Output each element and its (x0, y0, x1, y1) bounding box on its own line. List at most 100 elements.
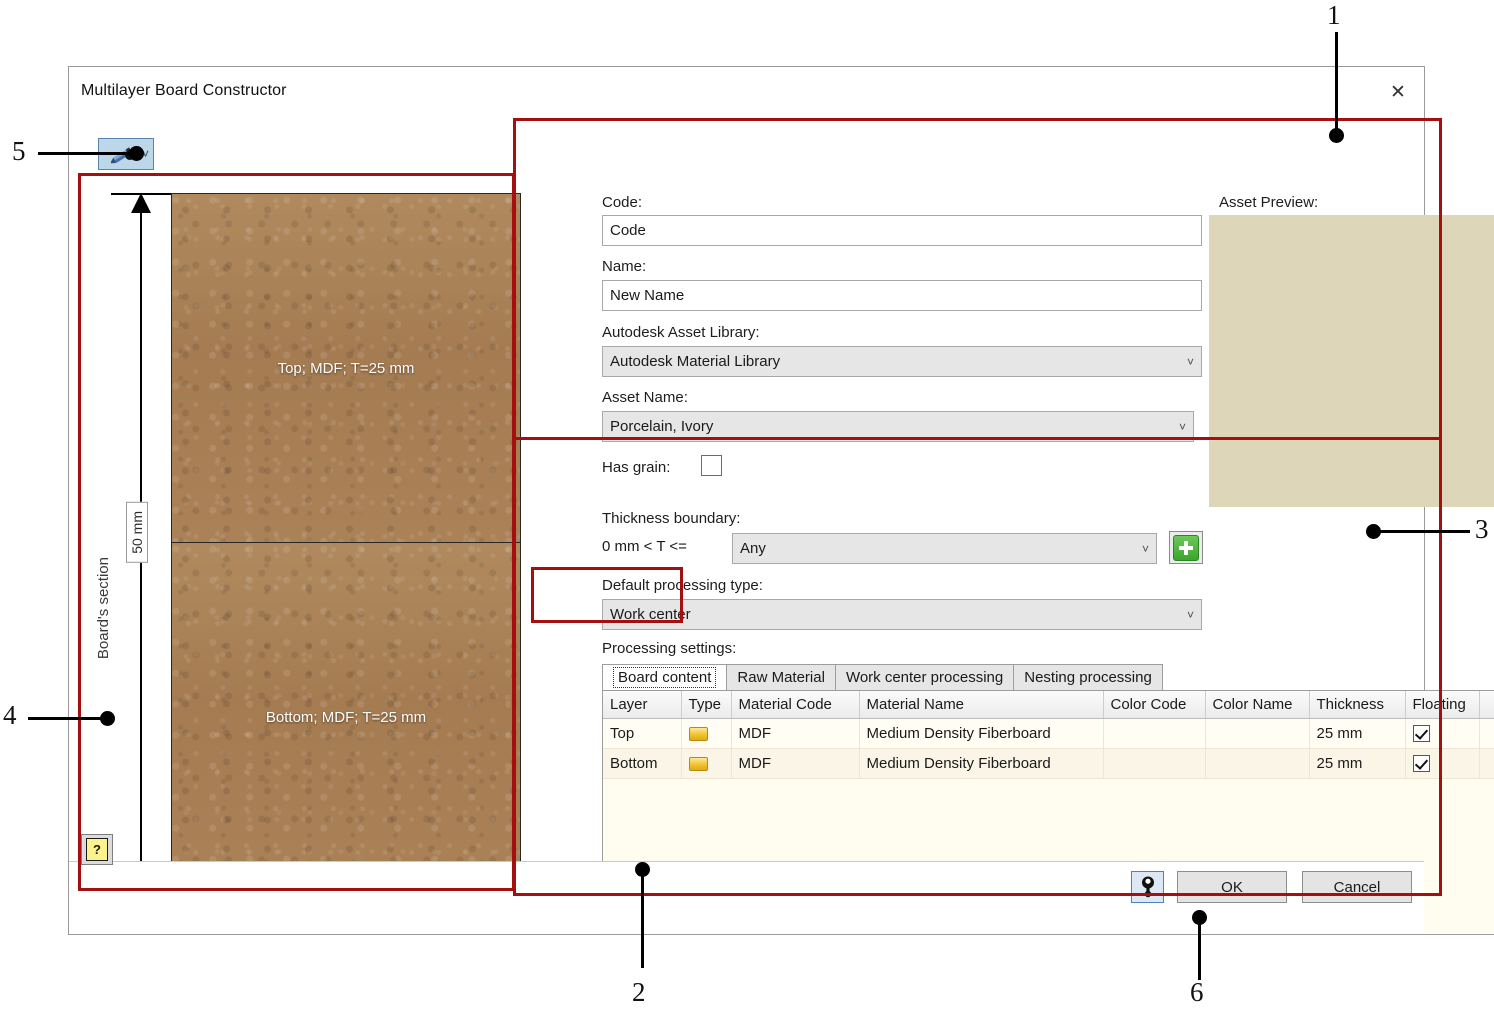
cell-filler (1479, 748, 1494, 779)
board-layer-top-caption: Top; MDF; T=25 mm (277, 359, 415, 377)
asset-preview-image (1209, 215, 1494, 507)
callout-6-number: 6 (1190, 977, 1204, 1007)
thickness-boundary-value: Any (740, 540, 766, 557)
thickness-boundary-prefix: 0 mm < T <= (602, 538, 687, 555)
name-input[interactable] (602, 280, 1202, 311)
cell-thickness: 25 mm (1309, 718, 1406, 749)
dialog-title: Multilayer Board Constructor (81, 82, 287, 99)
tab-raw-material[interactable]: Raw Material (726, 664, 836, 690)
callout-2-number: 2 (632, 977, 646, 1007)
column-header-thickness[interactable]: Thickness (1309, 691, 1406, 719)
board-layer-bottom-caption: Bottom; MDF; T=25 mm (265, 709, 427, 726)
floating-checkbox[interactable] (1412, 725, 1430, 742)
edit-tool-button[interactable]: ˅ (98, 138, 154, 170)
processing-settings-label: Processing settings: (602, 640, 737, 657)
table-row[interactable]: Bottom MDF Medium Density Fiberboard 25 … (603, 748, 1494, 779)
ok-button[interactable]: OK (1177, 871, 1287, 903)
tab-work-center-processing-label: Work center processing (845, 669, 1004, 686)
folder-icon (688, 726, 708, 741)
default-processing-type-select[interactable]: Work center ˅ (602, 599, 1202, 630)
has-grain-checkbox[interactable] (701, 455, 722, 476)
chevron-down-icon: ˅ (1186, 354, 1194, 369)
pin-button[interactable] (1131, 871, 1164, 903)
properties-panel: Code: Name: Autodesk Asset Library: Auto… (529, 119, 1494, 935)
chevron-down-icon: ˅ (1141, 541, 1149, 556)
table-header-row: Layer Type Material Code Material Name C… (603, 691, 1494, 719)
cell-filler (1479, 718, 1494, 749)
asset-library-select[interactable]: Autodesk Material Library ˅ (602, 346, 1202, 377)
tab-board-content[interactable]: Board content (602, 664, 728, 690)
board-layer-top[interactable]: Top; MDF; T=25 mm (172, 194, 520, 543)
asset-name-select[interactable]: Porcelain, Ivory ˅ (602, 411, 1194, 442)
cell-material-code: MDF (731, 748, 860, 779)
column-header-filler (1479, 691, 1494, 719)
folder-icon (688, 756, 708, 771)
board-thickness-value: 50 mm (126, 502, 148, 563)
callout-4-number: 4 (3, 700, 17, 730)
cell-material-name: Medium Density Fiberboard (859, 748, 1104, 779)
callout-5-number: 5 (12, 136, 26, 166)
callout-1-number: 1 (1327, 0, 1341, 30)
cell-floating[interactable] (1405, 718, 1480, 749)
code-input[interactable] (602, 215, 1202, 246)
cell-type (681, 718, 732, 749)
processing-settings-tabs: Board content Raw Material Work center p… (602, 664, 1163, 690)
cell-floating[interactable] (1405, 748, 1480, 779)
cell-color-name (1205, 718, 1310, 749)
close-icon[interactable]: ✕ (1380, 75, 1416, 109)
asset-library-value: Autodesk Material Library (610, 353, 781, 370)
dialog-titlebar: Multilayer Board Constructor ✕ (69, 67, 1424, 119)
board-section-preview: Board's section 50 mm Top; MDF; T=25 mm … (81, 177, 521, 893)
floating-checkbox[interactable] (1412, 755, 1430, 772)
dialog-footer: ? OK Cancel (69, 834, 1424, 934)
pin-icon (1141, 876, 1154, 898)
dimension-arrow-top-icon (131, 193, 151, 213)
column-header-color-code[interactable]: Color Code (1103, 691, 1206, 719)
code-label: Code: (602, 194, 643, 211)
asset-name-label: Asset Name: (602, 389, 688, 406)
cell-layer: Top (603, 718, 682, 749)
tab-work-center-processing[interactable]: Work center processing (834, 664, 1015, 690)
multilayer-board-constructor-dialog: Multilayer Board Constructor ✕ ˅ Board's… (68, 66, 1494, 935)
chevron-down-icon: ˅ (1186, 607, 1194, 622)
tab-raw-material-label: Raw Material (737, 669, 825, 686)
cell-color-code (1103, 718, 1206, 749)
column-header-type[interactable]: Type (681, 691, 732, 719)
cell-color-name (1205, 748, 1310, 779)
cell-material-name: Medium Density Fiberboard (859, 718, 1104, 749)
callout-3-number: 3 (1475, 514, 1489, 544)
cell-material-code: MDF (731, 718, 860, 749)
cell-layer: Bottom (603, 748, 682, 779)
column-header-floating[interactable]: Floating (1405, 691, 1480, 719)
tab-board-content-label: Board content (613, 667, 717, 688)
asset-library-label: Autodesk Asset Library: (602, 324, 760, 341)
chevron-down-icon: ˅ (1178, 419, 1186, 434)
name-label: Name: (602, 258, 647, 275)
board-layer-bottom[interactable]: Bottom; MDF; T=25 mm (172, 543, 520, 892)
chevron-down-icon: ˅ (141, 147, 149, 161)
tab-nesting-processing[interactable]: Nesting processing (1013, 664, 1163, 690)
cancel-button[interactable]: Cancel (1302, 871, 1412, 903)
cell-type (681, 748, 732, 779)
default-processing-type-label: Default processing type: (602, 577, 763, 594)
column-header-material-name[interactable]: Material Name (859, 691, 1104, 719)
column-header-color-name[interactable]: Color Name (1205, 691, 1310, 719)
cell-color-code (1103, 748, 1206, 779)
thickness-boundary-select[interactable]: Any ˅ (732, 533, 1157, 564)
add-thickness-boundary-button[interactable] (1169, 531, 1203, 564)
cell-thickness: 25 mm (1309, 748, 1406, 779)
has-grain-label: Has grain: (602, 459, 671, 476)
board-layer-stack: Top; MDF; T=25 mm Bottom; MDF; T=25 mm (171, 193, 521, 893)
column-header-material-code[interactable]: Material Code (731, 691, 860, 719)
board-content-table: Layer Type Material Code Material Name C… (603, 691, 1494, 779)
tab-nesting-processing-label: Nesting processing (1024, 669, 1152, 686)
asset-name-value: Porcelain, Ivory (610, 418, 714, 435)
help-button[interactable]: ? (81, 834, 113, 865)
help-icon: ? (86, 838, 108, 861)
table-row[interactable]: Top MDF Medium Density Fiberboard 25 mm (603, 718, 1494, 749)
default-processing-type-value: Work center (610, 606, 691, 623)
plus-icon (1173, 534, 1199, 561)
thickness-boundary-label: Thickness boundary: (602, 510, 741, 527)
column-header-layer[interactable]: Layer (603, 691, 682, 719)
pen-tool-icon (111, 147, 135, 164)
